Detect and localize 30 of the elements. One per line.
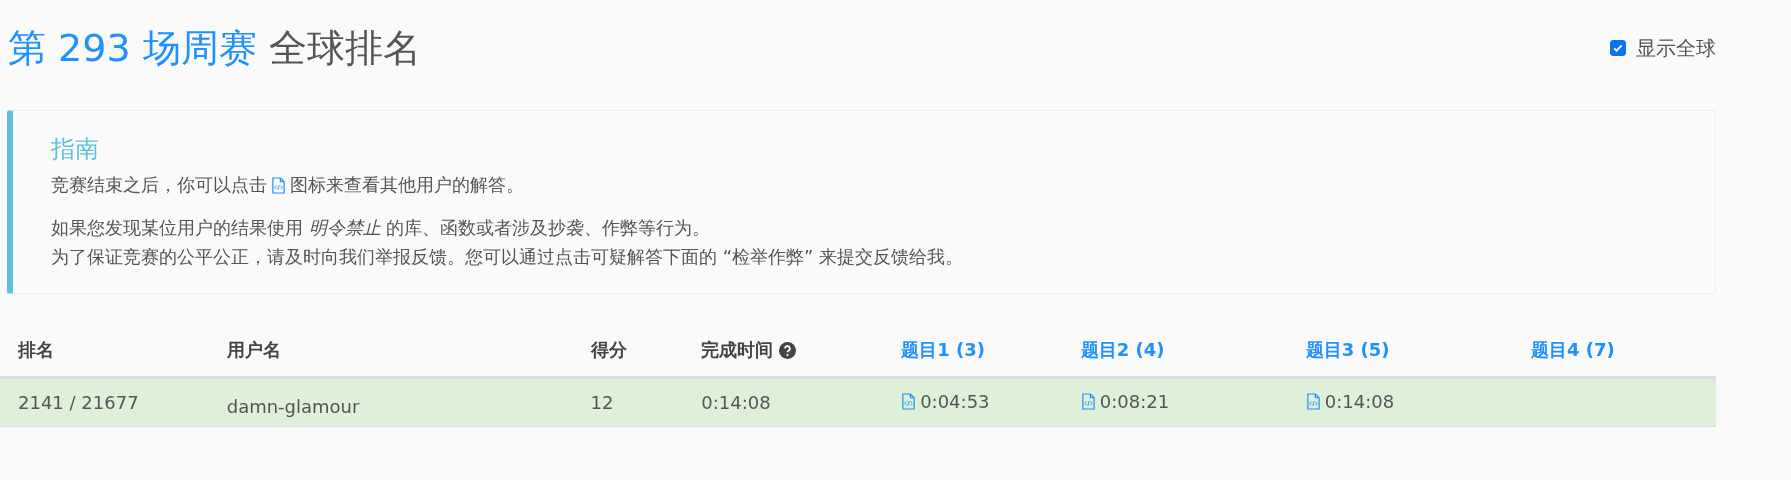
code-file-icon[interactable]: [1305, 393, 1321, 410]
column-header: 用户名: [226, 339, 281, 360]
column-header: 完成时间: [701, 338, 774, 362]
rank-cell: 2141 / 21677: [18, 392, 139, 413]
code-file-icon[interactable]: [1080, 393, 1096, 410]
time-cell: 0:14:08: [701, 392, 771, 413]
problem-link[interactable]: 题目3 (5): [1305, 339, 1390, 360]
time-cell: 0:08:21: [1099, 391, 1170, 412]
check-icon: [1612, 42, 1624, 54]
help-icon: [779, 341, 797, 359]
score-cell: 12: [590, 392, 614, 413]
page-title: 全球排名: [268, 24, 421, 72]
username-cell: damn-glamour: [226, 396, 360, 417]
guide-text: 图标来查看其他用户的解答。: [290, 173, 524, 197]
code-file-icon[interactable]: [901, 393, 917, 410]
guide-text: 竞赛结束之后，你可以点击: [51, 173, 267, 197]
problem-link[interactable]: 题目4 (7): [1530, 339, 1615, 360]
problem-link[interactable]: 题目2 (4): [1080, 339, 1165, 360]
column-header: 得分: [590, 339, 627, 360]
time-cell: 0:04:53: [920, 391, 990, 412]
checkbox-label: 显示全球: [1636, 34, 1716, 62]
guide-text: 如果您发现某位用户的结果使用 明令禁止 的库、函数或者涉及抄袭、作弊等行为。: [51, 216, 712, 240]
code-file-icon: [271, 176, 286, 194]
column-header: 排名: [18, 339, 54, 360]
guide-heading: 指南: [51, 134, 100, 165]
problem-link[interactable]: 题目1 (3): [901, 339, 985, 360]
guide-text: 为了保证竞赛的公平公正，请及时向我们举报反馈。您可以通过点击可疑解答下面的 “检举作弊” 来提交反馈给我。: [51, 245, 965, 269]
contest-title: 第 293 场周赛: [8, 24, 257, 72]
time-cell: 0:14:08: [1324, 391, 1395, 412]
checkbox[interactable]: [1610, 40, 1626, 56]
